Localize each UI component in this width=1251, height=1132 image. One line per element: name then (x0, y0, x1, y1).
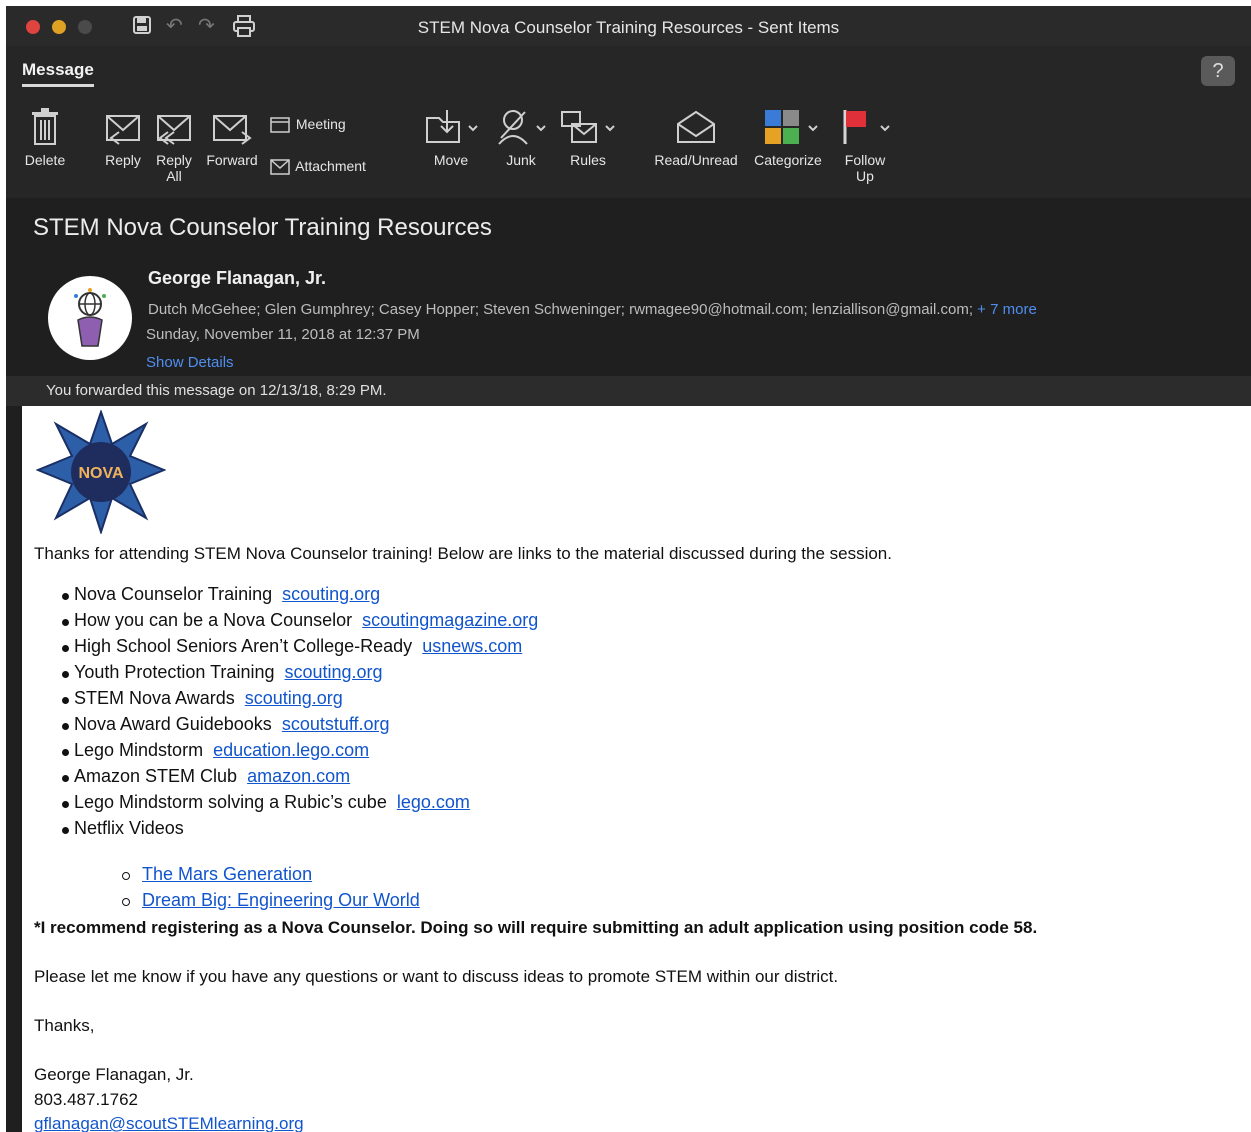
resource-link[interactable]: usnews.com (422, 636, 522, 656)
meeting-button[interactable]: Meeting (270, 116, 346, 134)
resource-link[interactable]: education.lego.com (213, 740, 369, 760)
list-item: High School Seniors Aren’t College-Ready… (61, 636, 538, 662)
globe-person-icon (74, 288, 106, 347)
list-item: The Mars Generation (122, 864, 420, 890)
svg-text:NOVA: NOVA (78, 465, 123, 482)
questions-text: Please let me know if you have any quest… (34, 967, 839, 986)
sent-date: Sunday, November 11, 2018 at 12:37 PM (146, 326, 420, 343)
attachment-icon (270, 159, 290, 176)
resource-link[interactable]: scoutstuff.org (282, 714, 390, 734)
rules-button[interactable]: Rules (560, 108, 616, 168)
categorize-button[interactable]: Categorize (748, 108, 828, 168)
list-item: Nova Award Guidebooks scoutstuff.org (61, 714, 538, 740)
recipient-list: Dutch McGehee; Glen Gumphrey; Casey Hopp… (148, 301, 1037, 318)
list-item: Netflix Videos (61, 818, 538, 844)
reply-all-icon (157, 115, 191, 145)
sender-avatar[interactable] (48, 276, 132, 360)
message-header: George Flanagan, Jr. Dutch McGehee; Glen… (6, 256, 1251, 376)
list-item: Nova Counselor Training scouting.org (61, 584, 538, 610)
message-body: NOVA Thanks for attending STEM Nova Coun… (22, 406, 1251, 1132)
resource-link[interactable]: scoutingmagazine.org (362, 610, 538, 630)
list-item: Dream Big: Engineering Our World (122, 890, 420, 916)
video-link[interactable]: Dream Big: Engineering Our World (142, 890, 420, 910)
move-folder-icon (426, 110, 478, 143)
recommendation-text: *I recommend registering as a Nova Couns… (34, 918, 1038, 937)
help-button[interactable]: ? (1201, 56, 1235, 86)
calendar-icon (270, 117, 290, 134)
video-link[interactable]: The Mars Generation (142, 864, 312, 884)
list-item: Youth Protection Training scouting.org (61, 662, 538, 688)
intro-text: Thanks for attending STEM Nova Counselor… (34, 544, 892, 563)
signature-name: George Flanagan, Jr. (34, 1065, 194, 1084)
resource-link[interactable]: scouting.org (282, 584, 380, 604)
reply-all-button[interactable]: Reply All (152, 112, 196, 184)
list-item: STEM Nova Awards scouting.org (61, 688, 538, 714)
forwarded-info-bar: You forwarded this message on 12/13/18, … (6, 376, 1251, 406)
show-details-link[interactable]: Show Details (146, 354, 234, 371)
list-item: How you can be a Nova Counselor scouting… (61, 610, 538, 636)
ribbon-toolbar: Delete Reply Reply All Forward Meeting A… (6, 94, 1251, 199)
junk-button[interactable]: Junk (494, 108, 548, 168)
categorize-icon (765, 110, 818, 144)
tab-message[interactable]: Message (22, 60, 94, 87)
mail-window: ↶ ↷ STEM Nova Counselor Training Resourc… (6, 6, 1251, 1132)
list-item: Amazon STEM Club amazon.com (61, 766, 538, 792)
open-envelope-icon (677, 110, 715, 143)
follow-up-button[interactable]: Follow Up (834, 108, 896, 184)
flag-icon (843, 110, 890, 144)
read-unread-button[interactable]: Read/Unread (650, 108, 742, 168)
thanks-text: Thanks, (34, 1016, 95, 1035)
trash-icon (32, 108, 58, 145)
message-subject-bar: STEM Nova Counselor Training Resources (6, 198, 1251, 257)
more-recipients-link[interactable]: + 7 more (977, 301, 1037, 318)
title-bar: ↶ ↷ STEM Nova Counselor Training Resourc… (6, 6, 1251, 46)
forward-icon (213, 115, 252, 145)
resource-link[interactable]: scouting.org (245, 688, 343, 708)
list-item: Lego Mindstorm education.lego.com (61, 740, 538, 766)
window-title: STEM Nova Counselor Training Resources -… (417, 18, 840, 37)
netflix-video-list: The Mars Generation Dream Big: Engineeri… (122, 864, 420, 916)
resource-link[interactable]: lego.com (397, 792, 470, 812)
reply-icon (106, 115, 140, 145)
resource-link[interactable]: scouting.org (285, 662, 383, 682)
sender-name: George Flanagan, Jr. (148, 268, 327, 288)
recipients[interactable]: Dutch McGehee; Glen Gumphrey; Casey Hopp… (148, 301, 973, 318)
ribbon-tab-bar: Message ? (6, 46, 1251, 94)
signature-phone: 803.487.1762 (34, 1090, 138, 1109)
move-button[interactable]: Move (420, 108, 482, 168)
rules-icon (561, 111, 615, 143)
forward-button[interactable]: Forward (202, 112, 262, 168)
resource-list: Nova Counselor Training scouting.org How… (61, 584, 538, 844)
resource-link[interactable]: amazon.com (247, 766, 350, 786)
junk-icon (498, 110, 546, 145)
signature-email-link[interactable]: gflanagan@scoutSTEMlearning.org (34, 1114, 304, 1132)
list-item: Lego Mindstorm solving a Rubic’s cube le… (61, 792, 538, 818)
forwarded-note: You forwarded this message on 12/13/18, … (46, 382, 387, 399)
nova-logo: NOVA (36, 410, 166, 534)
help-icon: ? (1212, 60, 1224, 82)
message-subject: STEM Nova Counselor Training Resources (33, 214, 492, 241)
attachment-button[interactable]: Attachment (270, 158, 366, 176)
reply-button[interactable]: Reply (100, 112, 146, 168)
delete-button[interactable]: Delete (18, 108, 72, 168)
